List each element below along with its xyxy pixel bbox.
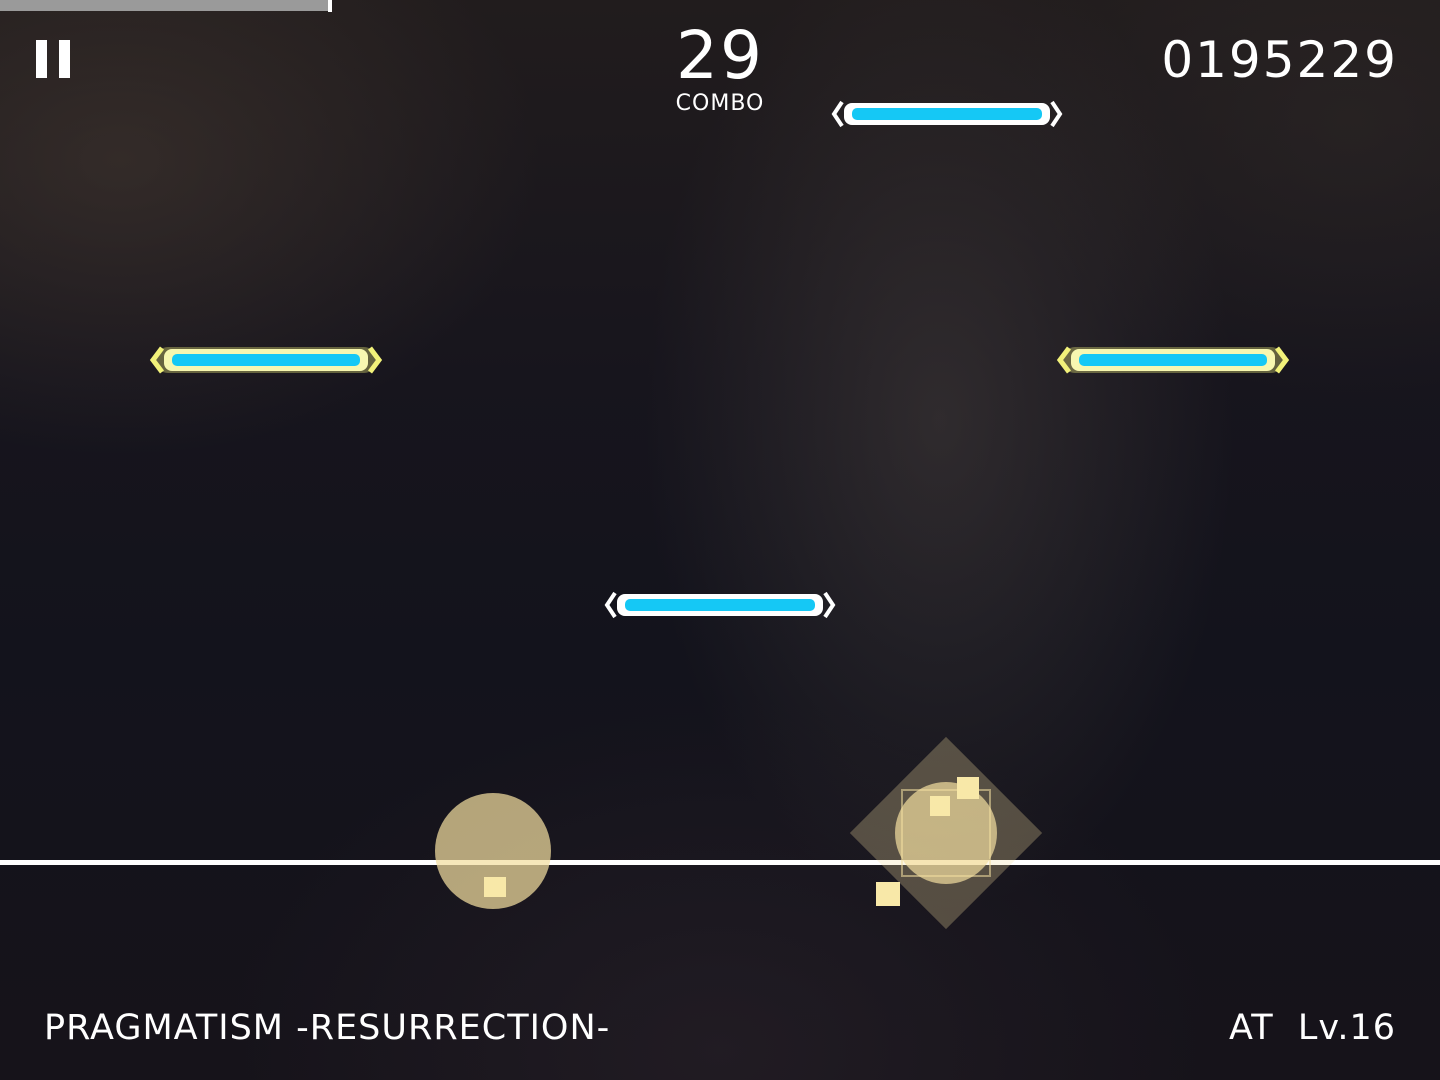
- hit-effect-right: [849, 736, 1043, 930]
- song-title: PRAGMATISM -RESURRECTION-: [44, 1008, 611, 1048]
- hit-effect-left: [435, 793, 551, 909]
- hit-effects-layer: [435, 736, 1043, 930]
- difficulty-level: AT Lv.16: [1228, 1008, 1396, 1048]
- game-stage[interactable]: 29 COMBO 0195229 PRAGMATISM -RESURRECTIO…: [0, 0, 1440, 1080]
